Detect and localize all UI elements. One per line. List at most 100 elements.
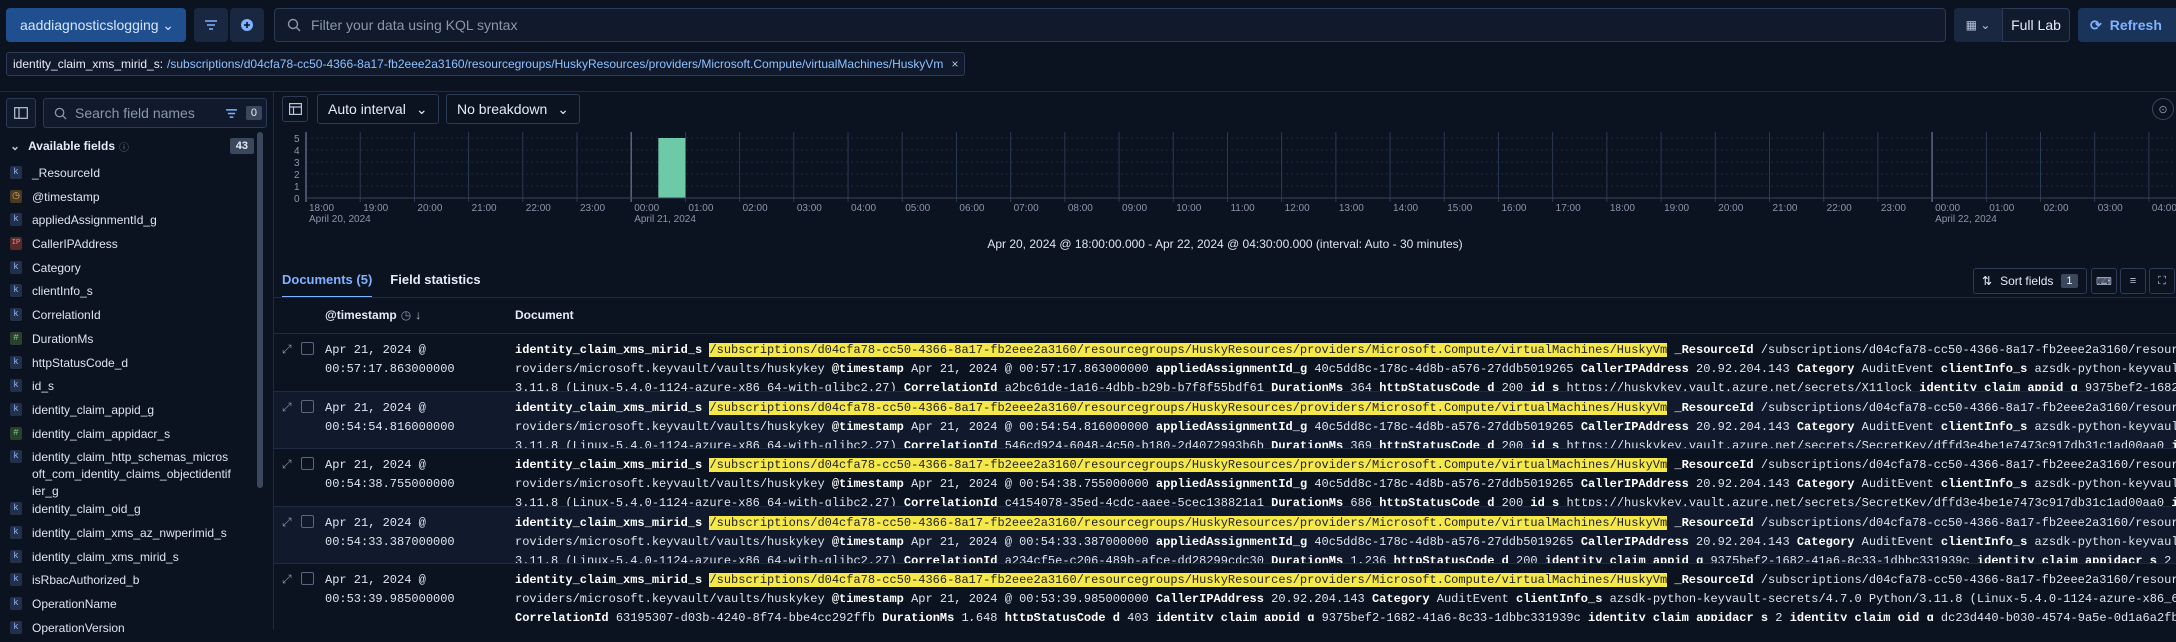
add-filter-button[interactable] [230,8,264,42]
x-tick-label: 06:00 [959,203,984,214]
sort-desc-icon[interactable]: ↓ [415,308,421,322]
field-value: azsdk-python-keyvault-secrets/4.7.0 Pyth… [2034,419,2176,434]
field-key: id_s [1530,438,1567,449]
kql-search-input[interactable]: Filter your data using KQL syntax [274,8,1946,42]
breakdown-label: No breakdown [457,101,548,117]
field-item[interactable]: ◷ @timestamp [10,188,254,212]
field-item[interactable]: k _ResourceId [10,164,254,188]
column-header-timestamp[interactable]: @timestamp ◷ ↓ [325,300,421,330]
field-key: DurationMs [1271,553,1351,564]
field-value: 20.92.204.143 [1696,362,1797,376]
field-item[interactable]: k clientInfo_s [10,282,254,306]
field-item[interactable]: k CorrelationId [10,306,254,330]
x-tick-label: 04:00 [851,203,876,214]
date-label: April 22, 2024 [1935,214,1997,225]
field-item[interactable]: k OperationVersion [10,619,254,642]
field-item[interactable]: k identity_claim_xms_mirid_s [10,548,254,572]
row-checkbox[interactable] [301,572,314,585]
expand-icon[interactable]: ⤢ [282,572,292,587]
field-key: identity_claim_appid_g [1155,611,1322,621]
row-checkbox[interactable] [301,514,314,528]
expand-icon[interactable]: ⤢ [282,457,292,472]
field-value: 3.11.8 (Linux-5.4.0-1124-azure-x86_64-wi… [515,496,904,506]
field-item[interactable]: k OperationName [10,595,254,619]
refresh-button[interactable]: ⟳ Refresh [2078,8,2176,42]
field-key: identity_claim_appid_g [2171,496,2176,506]
table-row[interactable]: ⤢ Apr 21, 2024 @ 00:54:54.816000000 identit… [274,390,2176,449]
x-tick-label: 23:00 [1881,203,1906,214]
field-value: 2 [1775,611,1790,621]
field-type-icon: k [10,284,22,298]
fullscreen-icon[interactable]: ⛶ [2149,268,2175,294]
field-search-input[interactable]: Search field names 0 [43,98,267,128]
date-picker-button[interactable]: ▦ ⌄ [1954,8,2002,42]
field-item[interactable]: k isRbacAuthorized_b [10,571,254,595]
column-header-document[interactable]: Document [515,300,574,330]
filter-pill-value: /subscriptions/d04cfa78-cc50-4366-8a17-f… [167,57,944,71]
filter-icon [226,108,237,118]
field-value: AuditEvent [1861,534,1941,549]
highlighted-value: /subscriptions/d04cfa78-cc50-4366-8a17-f… [709,400,1668,415]
field-key: _ResourceId [1674,400,1761,415]
field-item[interactable]: k identity_claim_oid_g [10,500,254,524]
field-type-filter-button[interactable]: 0 [226,103,262,123]
x-tick-label: 10:00 [1176,203,1201,214]
search-icon [287,18,301,32]
row-checkbox[interactable] [301,399,314,413]
field-item[interactable]: IP CallerIPAddress [10,235,254,259]
filter-icon [205,20,217,30]
field-key: clientInfo_s [1940,419,2035,434]
field-item[interactable]: k Category [10,259,254,283]
sidebar-scrollbar[interactable] [257,132,263,488]
table-row[interactable]: ⤢ Apr 21, 2024 @ 00:54:38.755000000 identit… [274,448,2176,506]
filter-icon-button[interactable] [194,8,228,42]
field-name: CallerIPAddress [32,237,118,252]
field-item[interactable]: k identity_claim_appid_g [10,401,254,425]
field-value: 40c5dd8c-178c-4d8b-a576-27ddb5019265 [1314,477,1581,491]
field-item[interactable]: k appliedAssignmentId_g [10,211,254,235]
filter-count-badge: 0 [245,106,262,120]
sidebar-toggle-button[interactable] [6,98,36,128]
interval-dropdown[interactable]: Auto interval ⌄ [317,94,439,124]
field-item[interactable]: k identity_claim_xms_az_nwperimid_s [10,524,254,548]
inspect-icon[interactable]: ⊙ [2152,98,2174,120]
field-item[interactable]: k httpStatusCode_d [10,354,254,378]
table-row[interactable]: ⤢ Apr 21, 2024 @ 00:54:33.387000000 identit… [274,505,2176,564]
expand-icon[interactable]: ⤢ [282,400,292,415]
field-key: identity_claim_appid_g [2171,439,2176,449]
table-row[interactable]: ⤢ Apr 21, 2024 @ 00:53:39.985000000 identit… [274,563,2176,621]
field-item[interactable]: # identity_claim_appidacr_s [10,425,254,449]
plus-circle-icon [241,19,253,31]
tab-field-statistics[interactable]: Field statistics [390,268,480,298]
field-name: OperationName [32,597,117,611]
chart-options-button[interactable] [282,96,308,122]
field-item[interactable]: k id_s [10,377,254,401]
expand-icon[interactable]: ⤢ [282,515,292,530]
close-icon[interactable]: × [951,57,958,71]
tab-documents[interactable]: Documents (5) [282,268,373,298]
date-range-full-lab[interactable]: Full Lab [2002,8,2070,42]
dataview-picker[interactable]: aaddiagnosticslogging ⌄ [6,8,186,42]
field-name: identity_claim_appid_g [32,402,155,417]
row-checkbox[interactable] [301,457,314,470]
highlighted-value: /subscriptions/d04cfa78-cc50-4366-8a17-f… [709,343,1668,357]
x-tick-label: 20:00 [417,203,442,214]
field-item[interactable]: # DurationMs [10,330,254,354]
histogram-bar[interactable] [658,138,686,198]
document-line: 3.11.8 (Linux-5.4.0-1124-azure-x86_64-wi… [515,552,2176,564]
field-item[interactable]: k identity_claim_http_schemas_microsoft_c… [10,448,254,500]
settings-icon[interactable]: ≡ [2120,268,2146,294]
field-key: DurationMs [1271,438,1351,449]
breakdown-dropdown[interactable]: No breakdown ⌄ [446,94,581,124]
keyboard-icon[interactable]: ⌨ [2091,268,2117,294]
field-value: roviders/microsoft.keyvault/vaults/husky… [515,534,832,549]
available-fields-header[interactable]: ⌄ Available fields ⓘ 43 [10,134,254,158]
table-row[interactable]: ⤢ Apr 21, 2024 @ 00:57:17.863000000 identit… [274,333,2176,391]
field-name: isRbacAuthorized_b [32,573,140,588]
available-fields-label: Available fields [28,139,115,153]
row-checkbox[interactable] [301,342,314,355]
sort-fields-button[interactable]: ⇅ Sort fields 1 [1973,268,2087,294]
expand-icon[interactable]: ⤢ [282,342,292,357]
field-value: Apr 21, 2024 @ 00:53:39.985000000 [911,592,1156,606]
filter-pill[interactable]: identity_claim_xms_mirid_s: /subscriptio… [6,52,966,76]
